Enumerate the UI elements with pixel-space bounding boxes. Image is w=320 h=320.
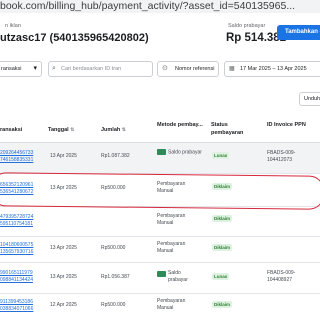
column-header-date[interactable]: Tanggal ⇅ bbox=[48, 126, 74, 134]
browser-url-bar[interactable]: book.com/billing_hub/payment_activity/?a… bbox=[0, 0, 320, 13]
download-button[interactable]: Unduh bbox=[299, 92, 320, 106]
table-row[interactable]: 209264456733 746158835331 13 Apr 2025 Rp1… bbox=[0, 143, 320, 174]
calendar-icon: ▦ bbox=[229, 66, 235, 72]
transaction-type-select[interactable]: ransaksi ▾ bbox=[0, 61, 42, 77]
table-row[interactable]: 990165111979 098841134424 13 Apr 2025 Rp1… bbox=[0, 263, 320, 294]
sort-icon: ⇅ bbox=[121, 127, 126, 133]
balance-label: Saldo prabayar bbox=[228, 23, 266, 29]
wallet-icon bbox=[157, 271, 166, 277]
transaction-id-link[interactable]: 479395728724 595110754181 bbox=[0, 214, 33, 228]
transaction-id-link[interactable]: 911399453186 038834071066 bbox=[0, 299, 33, 313]
row-method: Saldo prabayar bbox=[157, 270, 201, 284]
add-funds-button[interactable]: Tambahkan dana bbox=[277, 25, 320, 40]
row-date: 13 Apr 2025 bbox=[50, 153, 77, 159]
status-badge: Lunas bbox=[212, 152, 230, 159]
search-input[interactable]: ⌕ Cari berdasarkan ID tran bbox=[48, 61, 153, 77]
status-badge: Diklaim bbox=[212, 301, 233, 308]
row-date: 13 Apr 2025 bbox=[50, 245, 77, 251]
column-header-status[interactable]: Status pembayaran bbox=[211, 121, 255, 137]
row-method: Pembayaran Manual bbox=[157, 213, 186, 226]
table-header: ransaksi Tanggal ⇅ Jumlah ⇅ Metode pemba… bbox=[0, 113, 320, 143]
reference-label: Nomor referensi bbox=[175, 66, 215, 72]
column-header-invoice[interactable]: ID Invoice PPN bbox=[267, 121, 307, 129]
wallet-icon bbox=[157, 149, 166, 155]
row-amount: Rp500.000 bbox=[101, 245, 126, 251]
row-method: Saldo prabayar bbox=[157, 149, 202, 156]
column-header-amount[interactable]: Jumlah ⇅ bbox=[101, 126, 126, 134]
row-amount: Rp500.000 bbox=[101, 302, 126, 308]
row-date: 12 Apr 2025 bbox=[50, 302, 77, 308]
status-badge: Diklaim bbox=[212, 244, 233, 251]
row-amount: Rp1.056.387 bbox=[101, 274, 130, 280]
row-method: Pembayaran Manual bbox=[157, 241, 186, 254]
transaction-type-value: ransaksi bbox=[1, 66, 22, 72]
chevron-down-icon: ▾ bbox=[33, 65, 37, 72]
url-text[interactable]: book.com/billing_hub/payment_activity/?a… bbox=[0, 0, 295, 12]
status-badge: Diklaim bbox=[212, 215, 233, 222]
invoice-id: FBADS-009-104408927 bbox=[267, 270, 296, 283]
table-row[interactable]: 911399453186 038834071066 12 Apr 2025 Rp5… bbox=[0, 294, 320, 320]
account-name: utzasc17 (540135965420802) bbox=[0, 32, 149, 44]
invoice-id: FBADS-009-104412073 bbox=[267, 150, 296, 163]
column-header-transaction[interactable]: ransaksi bbox=[0, 126, 22, 134]
column-header-method[interactable]: Metode pembay... bbox=[157, 121, 203, 129]
transaction-id-link[interactable]: 104180600575 135657930716 bbox=[0, 242, 33, 256]
search-icon: ⌕ bbox=[52, 65, 56, 72]
status-badge: Lunas bbox=[212, 273, 230, 280]
row-date: 13 Apr 2025 bbox=[50, 274, 77, 280]
search-placeholder: Cari berdasarkan ID tran bbox=[61, 66, 122, 72]
date-range-value: 17 Mar 2025 – 13 Apr 2025 bbox=[240, 66, 307, 72]
hash-icon: ⊙ bbox=[162, 65, 168, 72]
table-row[interactable]: 479395728724 595110754181 Pembayaran Manu… bbox=[0, 207, 320, 237]
sort-icon: ⇅ bbox=[70, 127, 75, 133]
transaction-id-link[interactable]: 209264456733 746158835331 bbox=[0, 150, 33, 164]
row-amount: Rp1.087.382 bbox=[101, 153, 130, 159]
reference-number-button[interactable]: ⊙ Nomor referensi bbox=[157, 61, 219, 77]
account-label: n iklan bbox=[5, 23, 21, 29]
row-method: Pembayaran Manual bbox=[157, 298, 186, 311]
date-range-picker[interactable]: ▦ 17 Mar 2025 – 13 Apr 2025 bbox=[224, 61, 320, 77]
transaction-id-link[interactable]: 990165111979 098841134424 bbox=[0, 270, 33, 284]
table-row[interactable]: 104180600575 135657930716 13 Apr 2025 Rp5… bbox=[0, 237, 320, 263]
red-highlight-annotation bbox=[0, 172, 320, 210]
